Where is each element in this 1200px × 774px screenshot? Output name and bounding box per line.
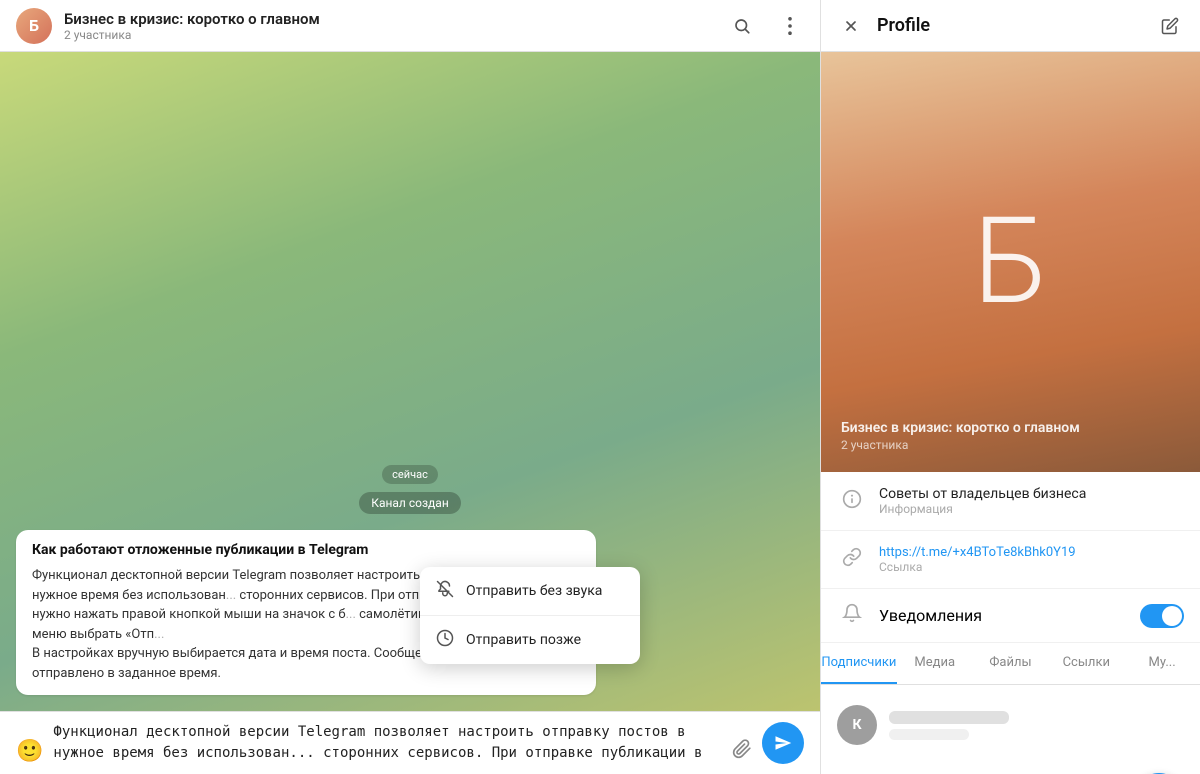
profile-header: Profile	[820, 0, 1200, 51]
subscriber-status-1	[889, 729, 969, 740]
profile-cover-info: Бизнес в кризис: коротко о главном 2 уча…	[841, 420, 1080, 452]
info-link-sub: Ссылка	[879, 560, 1184, 574]
messages-list: сейчас Канал создан Как работают отложен…	[0, 52, 820, 711]
subscriber-item-1: К	[837, 697, 1184, 753]
info-row-link: https://t.me/+x4BToTe8kBhk0Y19 Ссылка	[821, 531, 1200, 589]
main-content: сейчас Канал создан Как работают отложен…	[0, 52, 1200, 774]
notifications-toggle[interactable]	[1140, 604, 1184, 628]
link-icon	[837, 547, 867, 572]
info-description-text: Советы от владельцев бизнеса Информация	[879, 486, 1184, 516]
info-desc-label: Советы от владельцев бизнеса	[879, 486, 1184, 502]
info-row-description: Советы от владельцев бизнеса Информация	[821, 472, 1200, 531]
tab-media[interactable]: Медиа	[897, 643, 973, 684]
channel-created-badge: Канал создан	[359, 492, 461, 514]
subscriber-name-1	[889, 711, 1009, 724]
chat-title: Бизнес в кризис: коротко о главном	[64, 10, 564, 28]
attach-button[interactable]	[732, 739, 752, 764]
profile-panel: Б Бизнес в кризис: коротко о главном 2 у…	[820, 52, 1200, 774]
send-silent-label: Отправить без звука	[466, 583, 602, 599]
context-menu: Отправить без звука Отправить позже	[420, 567, 640, 664]
info-link-value[interactable]: https://t.me/+x4BToTe8kBhk0Y19	[879, 545, 1184, 560]
chat-area: сейчас Канал создан Как работают отложен…	[0, 52, 820, 774]
notifications-label: Уведомления	[879, 606, 1128, 625]
profile-tabs: Подписчики Медиа Файлы Ссылки Му...	[821, 643, 1200, 685]
tab-files[interactable]: Файлы	[973, 643, 1049, 684]
edit-profile-button[interactable]	[1156, 12, 1184, 40]
info-desc-sub: Информация	[879, 502, 1184, 516]
chat-avatar[interactable]: Б	[16, 8, 52, 44]
silent-icon	[436, 580, 454, 602]
info-row-notifications: Уведомления	[821, 589, 1200, 643]
message-title: Как работают отложенные публикации в Tel…	[32, 542, 580, 558]
message-input[interactable]: Функционал десктопной версии Telegram по…	[53, 722, 722, 764]
subscribers-area: К	[821, 685, 1200, 765]
tab-subscribers[interactable]: Подписчики	[821, 643, 897, 684]
profile-cover-sub: 2 участника	[841, 438, 1080, 452]
subscriber-info-1	[889, 711, 1184, 740]
send-later-label: Отправить позже	[466, 632, 581, 648]
date-badge: сейчас	[382, 465, 438, 484]
profile-title: Profile	[877, 15, 1144, 36]
bell-icon	[837, 603, 867, 628]
info-circle-icon	[837, 489, 867, 514]
emoji-button[interactable]: 🙂	[16, 739, 43, 764]
profile-cover-letter: Б	[973, 202, 1048, 322]
clock-icon	[436, 629, 454, 651]
send-silent-option[interactable]: Отправить без звука	[420, 567, 640, 615]
send-later-option[interactable]: Отправить позже	[420, 616, 640, 664]
profile-cover-name: Бизнес в кризис: коротко о главном	[841, 420, 1080, 436]
toggle-knob	[1162, 606, 1182, 626]
info-link-text: https://t.me/+x4BToTe8kBhk0Y19 Ссылка	[879, 545, 1184, 574]
chat-subtitle: 2 участника	[64, 28, 716, 42]
close-profile-button[interactable]	[837, 12, 865, 40]
search-button[interactable]	[728, 12, 756, 40]
subscriber-avatar-1: К	[837, 705, 877, 745]
tab-links[interactable]: Ссылки	[1048, 643, 1124, 684]
more-button[interactable]	[776, 12, 804, 40]
chat-info: Бизнес в кризис: коротко о главном 2 уча…	[64, 10, 716, 42]
tab-more[interactable]: Му...	[1124, 643, 1200, 684]
send-button[interactable]	[762, 722, 804, 764]
chat-input-bar: 🙂 Функционал десктопной версии Telegram …	[0, 711, 820, 774]
chat-header: Б Бизнес в кризис: коротко о главном 2 у…	[0, 0, 820, 51]
add-member-container	[821, 765, 1200, 774]
profile-cover: Б Бизнес в кризис: коротко о главном 2 у…	[821, 52, 1200, 472]
header-actions	[728, 12, 804, 40]
